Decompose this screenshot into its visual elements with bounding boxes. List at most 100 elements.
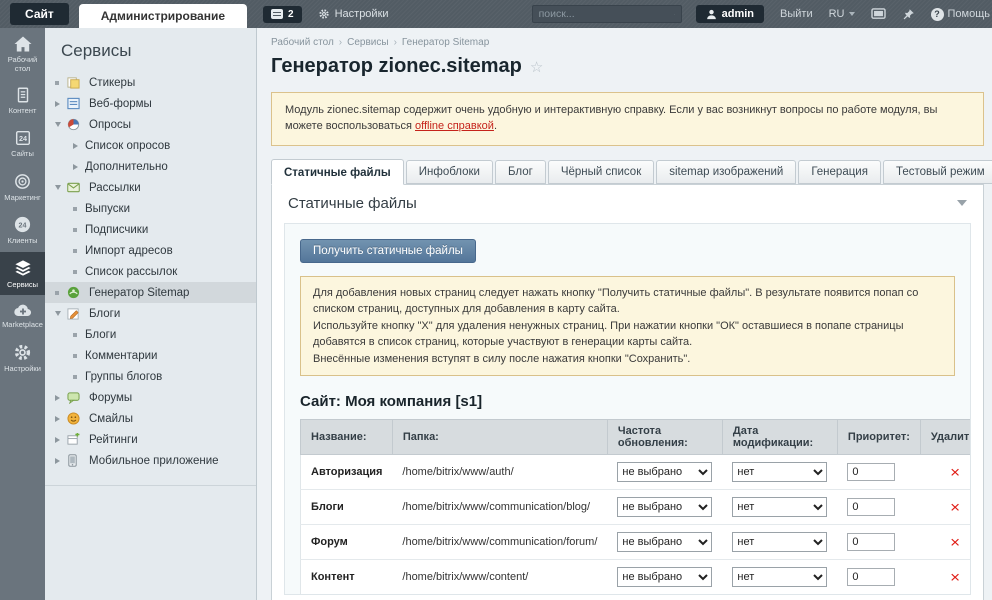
sidebar-item-newsletters[interactable]: Рассылки bbox=[45, 177, 256, 198]
tab-blog[interactable]: Блог bbox=[495, 160, 546, 184]
envelope-icon bbox=[67, 181, 82, 195]
layers-icon bbox=[13, 259, 33, 278]
collapse-arrow-icon bbox=[55, 311, 67, 316]
sidebar-item-blog-groups[interactable]: Группы блогов bbox=[45, 366, 256, 387]
priority-input[interactable] bbox=[847, 533, 895, 551]
logout-link[interactable]: Выйти bbox=[780, 8, 813, 20]
delete-row-icon[interactable]: × bbox=[950, 500, 960, 515]
rail-item-settings[interactable]: Настройки bbox=[0, 336, 45, 380]
tab-test-mode[interactable]: Тестовый режим bbox=[883, 160, 992, 184]
col-delete: Удалить: bbox=[920, 420, 971, 455]
rail-item-content[interactable]: Контент bbox=[0, 79, 45, 122]
sidebar-item-forums[interactable]: Форумы bbox=[45, 387, 256, 408]
row-folder: /home/bitrix/www/communication/blog/ bbox=[392, 490, 607, 525]
modified-select[interactable]: нет bbox=[732, 567, 827, 587]
collapse-arrow-icon bbox=[55, 122, 67, 127]
row-folder: /home/bitrix/www/content/ bbox=[392, 560, 607, 595]
delete-row-icon[interactable]: × bbox=[950, 465, 960, 480]
priority-input[interactable] bbox=[847, 498, 895, 516]
language-code: RU bbox=[829, 8, 845, 20]
search-icon[interactable] bbox=[674, 9, 675, 20]
menu-divider bbox=[45, 485, 256, 486]
tab-infoblocks[interactable]: Инфоблоки bbox=[406, 160, 493, 184]
sidebar-item-issues[interactable]: Выпуски bbox=[45, 198, 256, 219]
calendar-24-icon: 24 bbox=[14, 129, 32, 147]
monitor-icon bbox=[871, 8, 886, 21]
rail-item-sites[interactable]: 24 Сайты bbox=[0, 122, 45, 165]
priority-input[interactable] bbox=[847, 568, 895, 586]
modified-select[interactable]: нет bbox=[732, 497, 827, 517]
user-menu-button[interactable]: admin bbox=[696, 5, 764, 23]
priority-input[interactable] bbox=[847, 463, 895, 481]
stickers-icon bbox=[67, 76, 82, 90]
webform-icon bbox=[67, 97, 82, 111]
frequency-select[interactable]: не выбрано bbox=[617, 497, 712, 517]
modified-select[interactable]: нет bbox=[732, 462, 827, 482]
bullet-icon bbox=[73, 249, 85, 253]
sidebar-item-smiles[interactable]: Смайлы bbox=[45, 408, 256, 429]
delete-row-icon[interactable]: × bbox=[950, 535, 960, 550]
sidebar-item-address-import[interactable]: Импорт адресов bbox=[45, 240, 256, 261]
sidebar-item-blogs-list[interactable]: Блоги bbox=[45, 324, 256, 345]
sidebar-item-polls[interactable]: Опросы bbox=[45, 114, 256, 135]
tab-static-files[interactable]: Статичные файлы bbox=[271, 159, 404, 185]
rail-item-services[interactable]: Сервисы bbox=[0, 252, 45, 296]
row-name: Авторизация bbox=[301, 455, 393, 490]
delete-row-icon[interactable]: × bbox=[950, 570, 960, 585]
ratings-icon bbox=[67, 433, 82, 447]
expand-arrow-icon bbox=[55, 101, 67, 107]
tab-generation[interactable]: Генерация bbox=[798, 160, 881, 184]
site-view-button[interactable] bbox=[871, 8, 886, 21]
sidebar-item-mailing-list[interactable]: Список рассылок bbox=[45, 261, 256, 282]
search-input[interactable] bbox=[539, 8, 674, 20]
language-switcher[interactable]: RU bbox=[829, 8, 855, 20]
form-panel: Статичные файлы Получить статичные файлы… bbox=[271, 184, 984, 600]
topbar-settings-button[interactable]: Настройки bbox=[318, 8, 389, 20]
frequency-select[interactable]: не выбрано bbox=[617, 462, 712, 482]
help-button[interactable]: ? Помощь bbox=[931, 8, 991, 21]
modified-select[interactable]: нет bbox=[732, 532, 827, 552]
sidebar-item-blogs[interactable]: Блоги bbox=[45, 303, 256, 324]
col-priority: Приоритет: bbox=[837, 420, 920, 455]
rail-item-marketing[interactable]: Маркетинг bbox=[0, 165, 45, 209]
site-tab[interactable]: Сайт bbox=[10, 3, 69, 25]
frequency-select[interactable]: не выбрано bbox=[617, 567, 712, 587]
sidebar-item-comments[interactable]: Комментарии bbox=[45, 345, 256, 366]
col-modified: Дата модификации: bbox=[722, 420, 837, 455]
expand-arrow-icon bbox=[55, 395, 67, 401]
mobile-phone-icon bbox=[67, 454, 82, 468]
sidebar-item-subscribers[interactable]: Подписчики bbox=[45, 219, 256, 240]
table-row: Контент /home/bitrix/www/content/ не выб… bbox=[301, 560, 972, 595]
help-label: Помощь bbox=[948, 8, 991, 20]
rail-item-clients[interactable]: 24 Клиенты bbox=[0, 208, 45, 252]
get-static-files-button[interactable]: Получить статичные файлы bbox=[300, 239, 476, 263]
collapse-section-icon[interactable] bbox=[957, 200, 967, 206]
bullet-icon bbox=[55, 291, 67, 295]
favorite-star-icon[interactable]: ☆ bbox=[530, 58, 543, 76]
search-box bbox=[532, 5, 682, 23]
sidebar-item-webforms[interactable]: Веб-формы bbox=[45, 93, 256, 114]
breadcrumb-services[interactable]: Сервисы bbox=[347, 37, 397, 48]
table-row: Блоги /home/bitrix/www/communication/blo… bbox=[301, 490, 972, 525]
breadcrumb-desktop[interactable]: Рабочий стол bbox=[271, 37, 342, 48]
pin-interface-button[interactable] bbox=[902, 8, 915, 21]
tab-blacklist[interactable]: Чёрный список bbox=[548, 160, 654, 184]
offline-help-link[interactable]: offline справкой bbox=[415, 120, 494, 132]
sidebar-item-ratings[interactable]: Рейтинги bbox=[45, 429, 256, 450]
sidebar-item-poll-extra[interactable]: Дополнительно bbox=[45, 156, 256, 177]
breadcrumb-sitemap-generator[interactable]: Генератор Sitemap bbox=[402, 37, 489, 48]
svg-text:24: 24 bbox=[19, 221, 27, 229]
row-folder: /home/bitrix/www/communication/forum/ bbox=[392, 525, 607, 560]
admin-tab[interactable]: Администрирование bbox=[79, 4, 247, 28]
sidebar-item-sitemap-generator[interactable]: Генератор Sitemap bbox=[45, 282, 256, 303]
sidebar-item-mobile-app[interactable]: Мобильное приложение bbox=[45, 450, 256, 471]
rail-item-marketplace[interactable]: Marketplace bbox=[0, 295, 45, 336]
frequency-select[interactable]: не выбрано bbox=[617, 532, 712, 552]
pushpin-icon bbox=[902, 8, 915, 21]
rail-item-desktop[interactable]: Рабочий стол bbox=[0, 28, 45, 79]
sidebar-item-stickers[interactable]: Стикеры bbox=[45, 72, 256, 93]
static-files-section: Получить статичные файлы Для добавления … bbox=[284, 223, 971, 595]
tab-image-sitemap[interactable]: sitemap изображений bbox=[656, 160, 796, 184]
sidebar-item-poll-list[interactable]: Список опросов bbox=[45, 135, 256, 156]
notifications-button[interactable]: 2 bbox=[263, 6, 302, 23]
